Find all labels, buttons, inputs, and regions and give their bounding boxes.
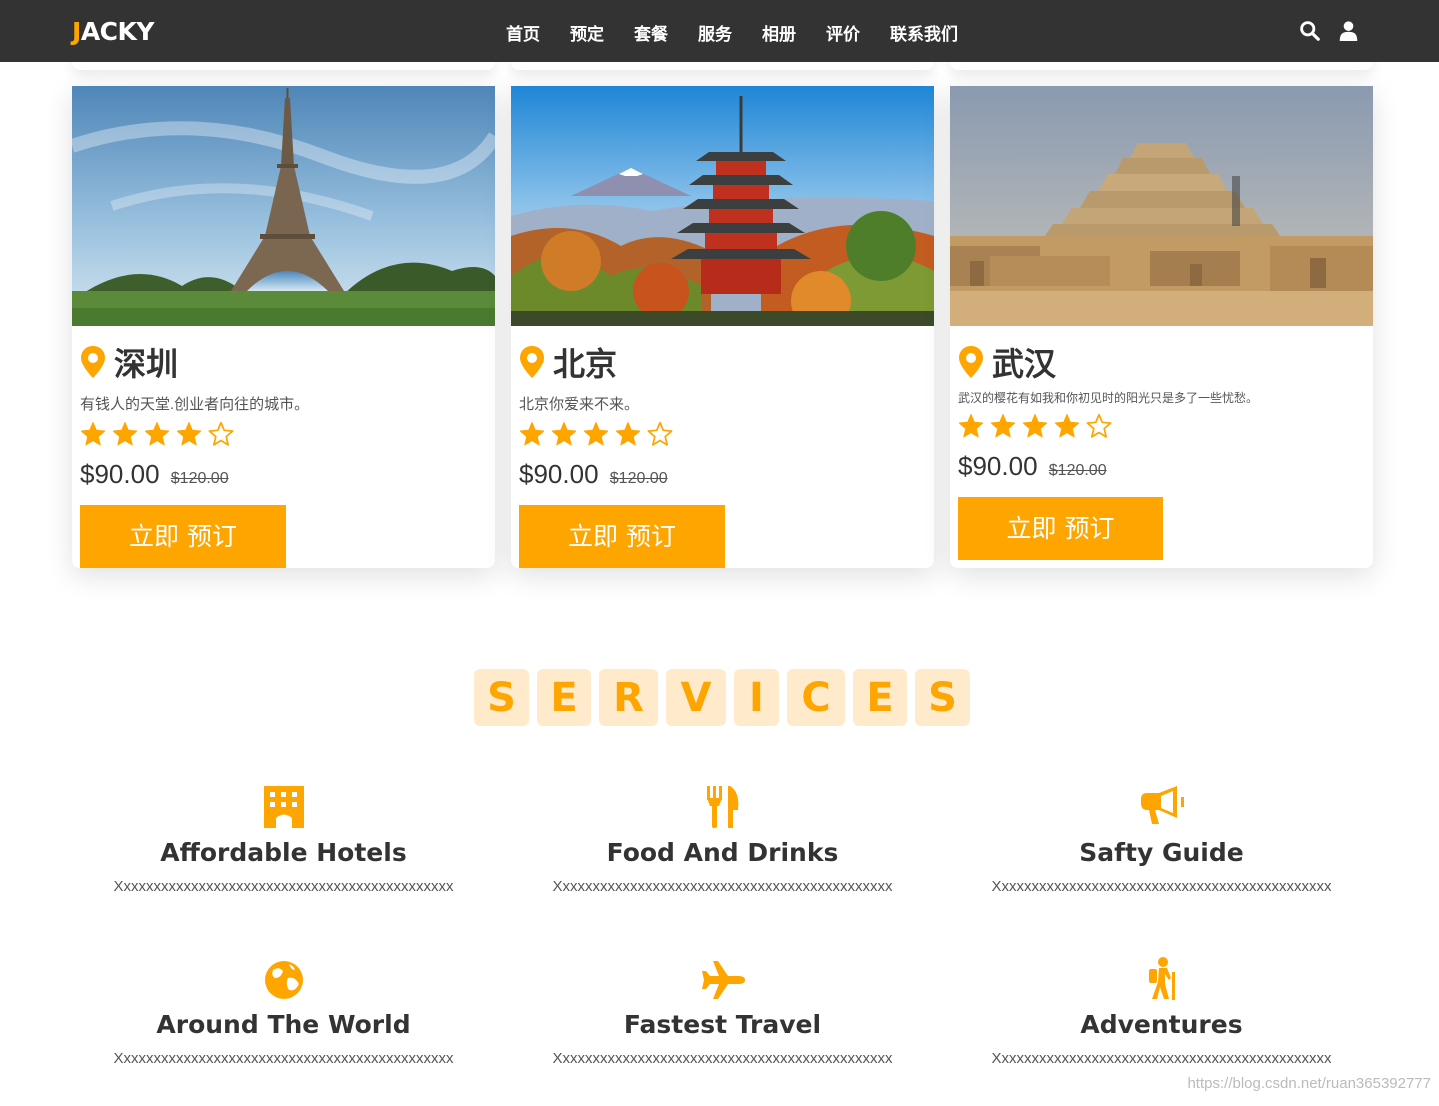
eiffel-tower-image bbox=[72, 86, 495, 326]
destination-card: 深圳 有钱人的天堂.创业者向往的城市。 $90.00 $120.00 立即 预订 bbox=[72, 86, 495, 568]
star-filled-icon bbox=[615, 422, 641, 446]
star-filled-icon bbox=[112, 422, 138, 446]
rating-stars bbox=[519, 421, 926, 449]
nav-contact[interactable]: 联系我们 bbox=[890, 20, 958, 45]
logo[interactable]: JACKY bbox=[72, 17, 154, 46]
destination-title: 武汉 bbox=[958, 343, 1365, 382]
old-price: $120.00 bbox=[170, 470, 229, 487]
star-filled-icon bbox=[958, 414, 984, 438]
heading-letter: E bbox=[853, 669, 907, 726]
nav-book[interactable]: 预定 bbox=[570, 20, 604, 45]
service-text: Xxxxxxxxxxxxxxxxxxxxxxxxxxxxxxxxxxxxxxxx… bbox=[991, 878, 1332, 895]
book-now-button[interactable]: 立即 预订 bbox=[958, 497, 1163, 560]
current-price: $90.00 bbox=[958, 451, 1038, 481]
service-item: Adventures Xxxxxxxxxxxxxxxxxxxxxxxxxxxxx… bbox=[950, 956, 1373, 1067]
pagoda-image bbox=[511, 86, 934, 326]
service-text: Xxxxxxxxxxxxxxxxxxxxxxxxxxxxxxxxxxxxxxxx… bbox=[113, 1050, 454, 1067]
destination-card: 武汉 武汉的樱花有如我和你初见时的阳光只是多了一些忧愁。 $90.00 $120… bbox=[950, 86, 1373, 568]
star-filled-icon bbox=[583, 422, 609, 446]
book-now-button[interactable]: 立即 预订 bbox=[519, 505, 725, 568]
old-price: $120.00 bbox=[609, 470, 668, 487]
site-header: JACKY 首页 预定 套餐 服务 相册 评价 联系我们 bbox=[0, 0, 1439, 62]
star-empty-icon bbox=[208, 421, 234, 446]
map-marker-icon bbox=[959, 346, 983, 378]
star-filled-icon bbox=[176, 422, 202, 446]
destination-title: 北京 bbox=[519, 343, 926, 382]
service-text: Xxxxxxxxxxxxxxxxxxxxxxxxxxxxxxxxxxxxxxxx… bbox=[991, 1050, 1332, 1067]
heading-letter: V bbox=[666, 669, 726, 726]
service-item: Around The World Xxxxxxxxxxxxxxxxxxxxxxx… bbox=[72, 956, 495, 1067]
heading-letter: C bbox=[787, 669, 845, 726]
pyramid-image bbox=[950, 86, 1373, 326]
nav-packages[interactable]: 套餐 bbox=[634, 20, 668, 45]
heading-letter: S bbox=[915, 669, 970, 726]
service-title: Adventures bbox=[1080, 1010, 1243, 1039]
destination-name: 武汉 bbox=[992, 346, 1057, 382]
old-price: $120.00 bbox=[1048, 462, 1107, 479]
current-price: $90.00 bbox=[519, 459, 599, 489]
service-text: Xxxxxxxxxxxxxxxxxxxxxxxxxxxxxxxxxxxxxxxx… bbox=[113, 878, 454, 895]
heading-letter: R bbox=[599, 669, 658, 726]
star-filled-icon bbox=[519, 422, 545, 446]
nav-home[interactable]: 首页 bbox=[506, 20, 540, 45]
service-item: Food And Drinks Xxxxxxxxxxxxxxxxxxxxxxxx… bbox=[511, 784, 934, 895]
destination-title: 深圳 bbox=[80, 343, 487, 382]
price: $90.00 $120.00 bbox=[519, 459, 926, 489]
heading-letter: E bbox=[537, 669, 591, 726]
heading-letter: S bbox=[474, 669, 529, 726]
star-filled-icon bbox=[1022, 414, 1048, 438]
service-item: Affordable Hotels Xxxxxxxxxxxxxxxxxxxxxx… bbox=[72, 784, 495, 895]
plane-icon bbox=[701, 961, 745, 999]
star-empty-icon bbox=[647, 421, 673, 446]
destination-description: 北京你爱来不来。 bbox=[519, 396, 640, 413]
current-price: $90.00 bbox=[80, 459, 160, 489]
logo-text: ACKY bbox=[80, 17, 155, 46]
star-filled-icon bbox=[80, 422, 106, 446]
services-heading: S E R V I C E S bbox=[474, 669, 970, 726]
hotel-icon bbox=[263, 786, 304, 828]
map-marker-icon bbox=[81, 346, 105, 378]
nav-gallery[interactable]: 相册 bbox=[762, 20, 796, 45]
service-title: Safty Guide bbox=[1079, 838, 1244, 867]
globe-icon bbox=[264, 961, 303, 999]
price: $90.00 $120.00 bbox=[80, 459, 487, 489]
price: $90.00 $120.00 bbox=[958, 451, 1365, 481]
service-item: Safty Guide Xxxxxxxxxxxxxxxxxxxxxxxxxxxx… bbox=[950, 784, 1373, 895]
map-marker-icon bbox=[520, 346, 544, 378]
watermark-text: https://blog.csdn.net/ruan365392777 bbox=[1187, 1075, 1431, 1092]
book-now-button[interactable]: 立即 预订 bbox=[80, 505, 286, 568]
destination-card: 北京 北京你爱来不来。 $90.00 $120.00 立即 预订 bbox=[511, 86, 934, 568]
utensils-icon bbox=[706, 786, 738, 828]
hiking-icon bbox=[1148, 957, 1175, 1000]
bullhorn-icon bbox=[1140, 786, 1184, 824]
star-filled-icon bbox=[551, 422, 577, 446]
rating-stars bbox=[958, 413, 1365, 441]
logo-accent: J bbox=[72, 17, 81, 46]
star-filled-icon bbox=[990, 414, 1016, 438]
user-icon[interactable] bbox=[1338, 20, 1359, 41]
star-empty-icon bbox=[1086, 413, 1112, 438]
service-title: Around The World bbox=[156, 1010, 411, 1039]
service-title: Food And Drinks bbox=[606, 838, 839, 867]
rating-stars bbox=[80, 421, 487, 449]
header-icons bbox=[1299, 20, 1359, 41]
search-icon[interactable] bbox=[1299, 20, 1320, 41]
destination-name: 深圳 bbox=[114, 346, 179, 382]
service-title: Affordable Hotels bbox=[160, 838, 407, 867]
main-nav: 首页 预定 套餐 服务 相册 评价 联系我们 bbox=[506, 20, 988, 45]
destination-description: 有钱人的天堂.创业者向往的城市。 bbox=[80, 396, 310, 413]
star-filled-icon bbox=[1054, 414, 1080, 438]
star-filled-icon bbox=[144, 422, 170, 446]
service-text: Xxxxxxxxxxxxxxxxxxxxxxxxxxxxxxxxxxxxxxxx… bbox=[552, 1050, 893, 1067]
nav-reviews[interactable]: 评价 bbox=[826, 20, 860, 45]
service-title: Fastest Travel bbox=[623, 1010, 822, 1039]
destination-name: 北京 bbox=[553, 346, 618, 382]
nav-services[interactable]: 服务 bbox=[698, 20, 732, 45]
destination-description: 武汉的樱花有如我和你初见时的阳光只是多了一些忧愁。 bbox=[958, 391, 1259, 405]
service-item: Fastest Travel Xxxxxxxxxxxxxxxxxxxxxxxxx… bbox=[511, 956, 934, 1067]
heading-letter: I bbox=[734, 669, 779, 726]
service-text: Xxxxxxxxxxxxxxxxxxxxxxxxxxxxxxxxxxxxxxxx… bbox=[552, 878, 893, 895]
